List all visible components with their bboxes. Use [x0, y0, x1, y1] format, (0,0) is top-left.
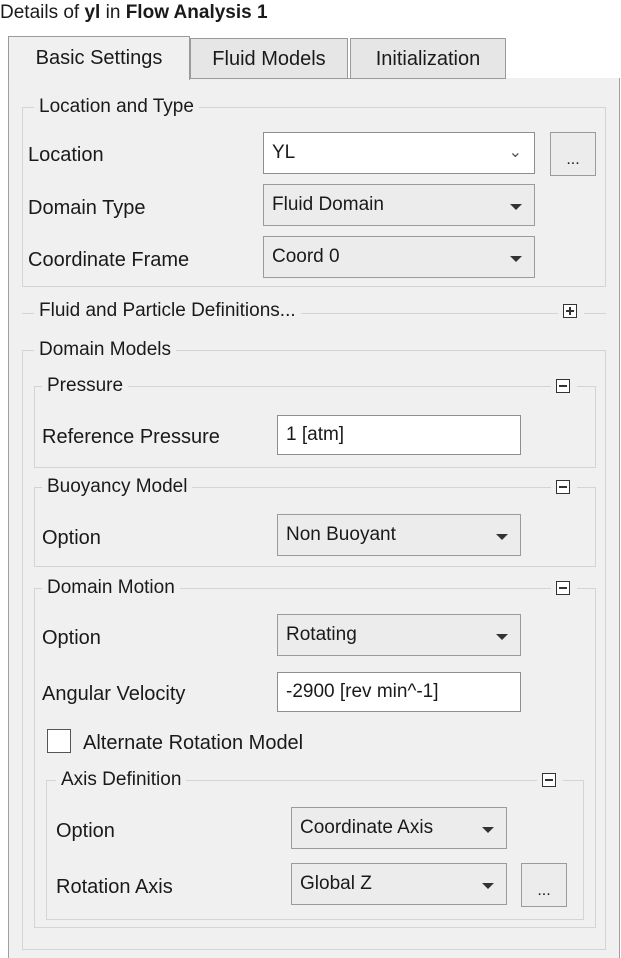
- dropdown-arrow-icon: [482, 827, 494, 833]
- location-type-legend: Location and Type: [34, 96, 199, 118]
- domain-type-select[interactable]: Fluid Domain: [263, 184, 535, 226]
- location-combo[interactable]: YL ⌄: [263, 132, 535, 174]
- motion-option-value: Rotating: [286, 624, 357, 645]
- rotation-axis-label: Rotation Axis: [56, 876, 173, 898]
- domain-type-value: Fluid Domain: [272, 194, 384, 215]
- angular-velocity-label: Angular Velocity: [42, 683, 186, 705]
- reference-pressure-input[interactable]: 1 [atm]: [277, 415, 521, 455]
- buoyancy-option-value: Non Buoyant: [286, 524, 396, 545]
- alternate-rotation-checkbox[interactable]: [47, 729, 71, 753]
- location-more-button[interactable]: ...: [550, 132, 596, 176]
- minus-icon: [556, 379, 570, 393]
- tab-initialization[interactable]: Initialization: [350, 38, 506, 79]
- tab-fluid-models[interactable]: Fluid Models: [190, 38, 348, 79]
- expand-toggle[interactable]: [558, 302, 584, 320]
- pressure-legend: Pressure: [42, 375, 129, 397]
- buoyancy-legend: Buoyancy Model: [42, 476, 193, 498]
- coordinate-frame-label: Coordinate Frame: [28, 249, 190, 271]
- location-value: YL: [272, 142, 296, 163]
- minus-icon: [556, 480, 570, 494]
- rotation-axis-select[interactable]: Global Z: [291, 863, 507, 905]
- angular-velocity-input[interactable]: -2900 [rev min^-1]: [277, 672, 521, 712]
- dropdown-arrow-icon: [482, 883, 494, 889]
- collapse-toggle-buoyancy[interactable]: [551, 478, 577, 496]
- domain-models-legend: Domain Models: [34, 339, 176, 361]
- tab-baseline: [190, 78, 506, 79]
- collapse-toggle-pressure[interactable]: [551, 377, 577, 395]
- dropdown-arrow-icon: [510, 256, 522, 262]
- collapse-toggle-motion[interactable]: [551, 579, 577, 597]
- buoyancy-option-select[interactable]: Non Buoyant: [277, 514, 521, 556]
- axis-option-select[interactable]: Coordinate Axis: [291, 807, 507, 849]
- rotation-axis-more-button[interactable]: ...: [521, 863, 567, 907]
- axis-option-value: Coordinate Axis: [300, 817, 434, 838]
- title-analysis: Flow Analysis 1: [125, 2, 268, 23]
- alternate-rotation-label: Alternate Rotation Model: [83, 732, 304, 754]
- coordinate-frame-select[interactable]: Coord 0: [263, 236, 535, 278]
- motion-option-select[interactable]: Rotating: [277, 614, 521, 656]
- title-prefix: Details of: [0, 2, 85, 23]
- plus-icon: [563, 304, 577, 318]
- fluid-particle-legend[interactable]: Fluid and Particle Definitions...: [34, 300, 301, 322]
- angular-velocity-value: -2900 [rev min^-1]: [286, 681, 439, 702]
- axis-option-label: Option: [56, 820, 115, 842]
- domain-type-label: Domain Type: [28, 197, 146, 219]
- dropdown-arrow-icon: [496, 634, 508, 640]
- title-middle: in: [100, 2, 126, 23]
- reference-pressure-label: Reference Pressure: [42, 426, 220, 448]
- panel-title: Details of yl in Flow Analysis 1: [0, 2, 268, 24]
- coordinate-frame-value: Coord 0: [272, 246, 340, 267]
- reference-pressure-value: 1 [atm]: [286, 424, 345, 445]
- title-object: yl: [84, 2, 101, 23]
- motion-option-label: Option: [42, 627, 101, 649]
- location-label: Location: [28, 144, 104, 166]
- chevron-down-icon: ⌄: [508, 144, 522, 161]
- tab-basic-settings[interactable]: Basic Settings: [8, 36, 190, 80]
- rotation-axis-value: Global Z: [300, 873, 372, 894]
- axis-definition-legend: Axis Definition: [56, 769, 187, 791]
- dropdown-arrow-icon: [496, 534, 508, 540]
- minus-icon: [542, 773, 556, 787]
- minus-icon: [556, 581, 570, 595]
- collapse-toggle-axis[interactable]: [537, 771, 563, 789]
- domain-motion-legend: Domain Motion: [42, 577, 180, 599]
- buoyancy-option-label: Option: [42, 527, 101, 549]
- dropdown-arrow-icon: [510, 204, 522, 210]
